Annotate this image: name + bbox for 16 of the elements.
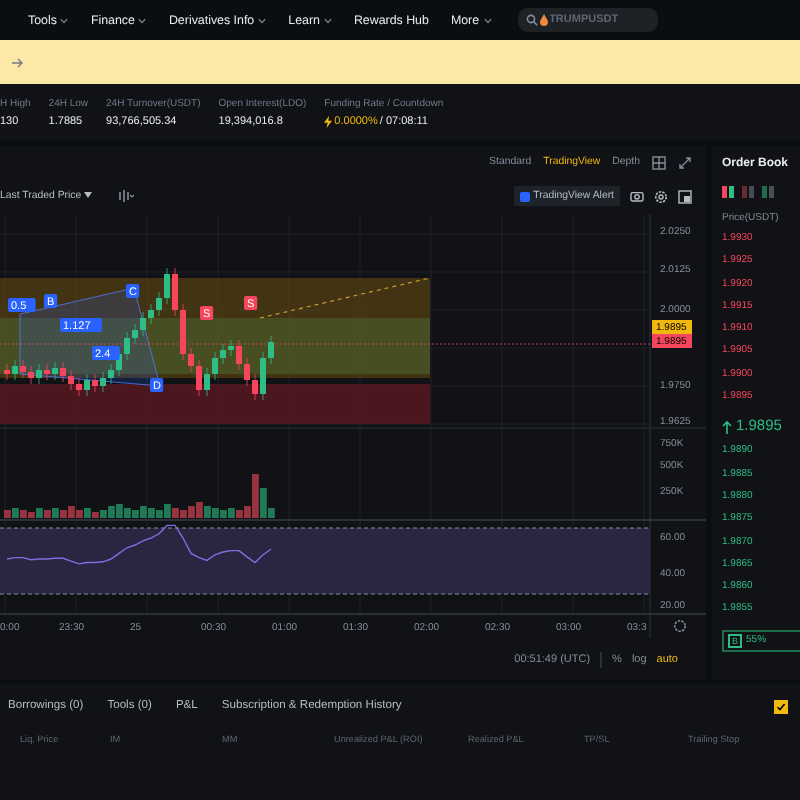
bids-view-icon[interactable] xyxy=(762,186,774,198)
grid-layout-icon[interactable] xyxy=(652,155,666,169)
search-icon xyxy=(525,14,538,26)
expand-icon[interactable] xyxy=(678,155,692,169)
chart-type-icon[interactable] xyxy=(118,190,135,202)
flame-icon xyxy=(539,14,548,26)
checkbox[interactable] xyxy=(774,699,788,713)
caret-icon xyxy=(84,192,93,198)
square-icon xyxy=(519,191,530,201)
camera-icon[interactable] xyxy=(630,190,644,202)
settings-icon[interactable] xyxy=(654,189,668,203)
arrow-right-icon[interactable] xyxy=(12,57,24,67)
both-sides-view-icon[interactable] xyxy=(722,186,734,198)
lightning-icon xyxy=(324,115,333,127)
settings-icon[interactable] xyxy=(674,620,686,632)
fullscreen-icon[interactable] xyxy=(678,189,692,203)
